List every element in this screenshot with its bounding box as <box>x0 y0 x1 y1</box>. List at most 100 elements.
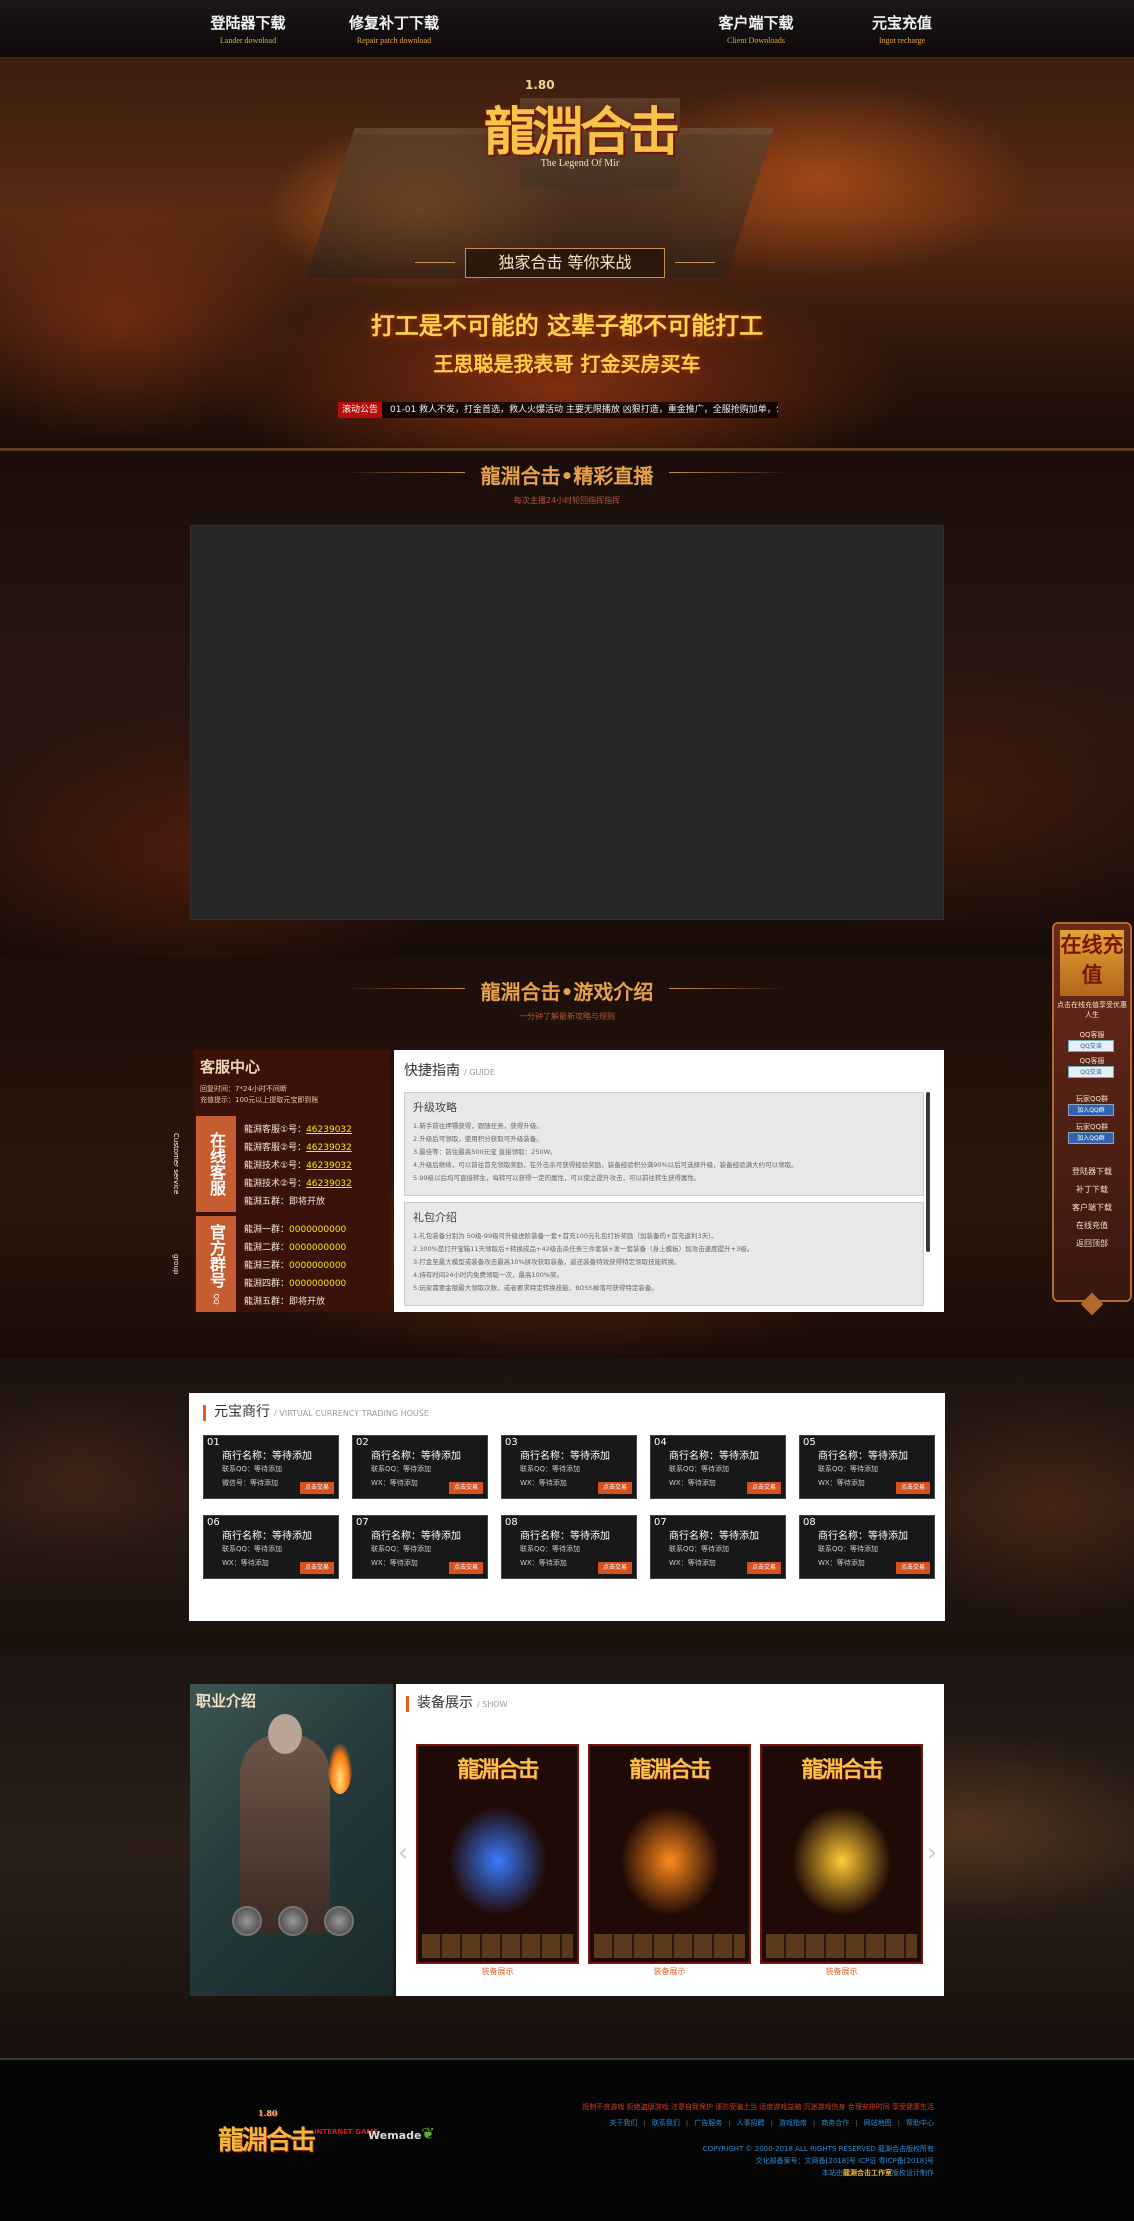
qq-chat-button[interactable]: QQ交谈 <box>1068 1040 1114 1052</box>
card-qq: 联系QQ：等待添加 <box>669 1545 730 1553</box>
class-warrior-icon[interactable] <box>232 1906 262 1936</box>
trade-card: 01 商行名称：等待添加 联系QQ：等待添加 微信号：等待添加 点击交易 <box>203 1435 339 1499</box>
footer-link[interactable]: 广告服务 <box>694 2119 722 2127</box>
label-text: 官方群号 <box>207 1223 226 1288</box>
row-label: 龍淵五群： <box>244 1297 290 1307</box>
guide-scrollbar[interactable] <box>926 1092 930 1252</box>
trade-button[interactable]: 点击交易 <box>747 1562 781 1574</box>
quick-guide-panel: 快捷指南 / GUIDE 升级攻略 1.新手前往押镖获得，跟随任务，获得升级。 2… <box>394 1050 944 1312</box>
side-link-patch[interactable]: 补丁下载 <box>1056 1184 1128 1195</box>
group-number-link[interactable]: 0000000000 <box>289 1279 346 1289</box>
class-taoist-icon[interactable] <box>324 1906 354 1936</box>
footer-link[interactable]: 人事招聘 <box>737 2119 765 2127</box>
group-number-link[interactable]: 0000000000 <box>289 1261 346 1271</box>
class-mage-icon[interactable] <box>278 1906 308 1936</box>
equipment-card[interactable]: 龍淵合击 <box>588 1744 751 1964</box>
trade-button[interactable]: 点击交易 <box>598 1562 632 1574</box>
equipment-card[interactable]: 龍淵合击 <box>416 1744 579 1964</box>
card-number: 02 <box>356 1437 369 1448</box>
footer-link[interactable]: 帮助中心 <box>906 2119 934 2127</box>
card-wx: WX：等待添加 <box>371 1479 418 1487</box>
trade-button[interactable]: 点击交易 <box>896 1562 930 1574</box>
trade-button[interactable]: 点击交易 <box>896 1482 930 1494</box>
card-shop-name: 商行名称：等待添加 <box>520 1451 610 1462</box>
group-row: 龍淵五群：即将开放 <box>244 1294 325 1307</box>
chevron-right-icon[interactable]: › <box>922 1838 942 1868</box>
nav-lander-download[interactable]: 登陆器下载 Lander download <box>178 12 318 45</box>
card-shop-name: 商行名称：等待添加 <box>818 1451 908 1462</box>
trade-button[interactable]: 点击交易 <box>747 1482 781 1494</box>
nav-client-download[interactable]: 客户端下载 Client Downloads <box>686 12 826 45</box>
card-shop-name: 商行名称：等待添加 <box>818 1531 908 1542</box>
qq-chat-button[interactable]: QQ交谈 <box>1068 1066 1114 1078</box>
trade-button[interactable]: 点击交易 <box>300 1482 334 1494</box>
health-warning: 抵制不良游戏 拒绝盗版游戏 注意自我保护 谨防受骗上当 适度游戏益脑 沉迷游戏伤… <box>582 2103 934 2111</box>
guide-box-leveling: 升级攻略 1.新手前往押镖获得，跟随任务，获得升级。 2.升级后可领取，使用积分… <box>404 1092 924 1196</box>
qq-number-link[interactable]: 46239032 <box>306 1125 352 1135</box>
join-qq-group-button[interactable]: 加入QQ群 <box>1068 1104 1114 1116</box>
trade-button[interactable]: 点击交易 <box>449 1482 483 1494</box>
credit-name[interactable]: 龍淵合击工作室 <box>843 2169 892 2177</box>
item-slots <box>594 1934 745 1958</box>
guide-line: 2.升级后可领取，使用积分获取可升级装备。 <box>413 1135 543 1143</box>
guide-line: 5.99级以后均可直接转生，每转可以获得一定的属性，可以使之提升攻击，可以前往转… <box>413 1174 701 1182</box>
equipment-card[interactable]: 龍淵合击 <box>760 1744 923 1964</box>
card-shop-name: 商行名称：等待添加 <box>222 1531 312 1542</box>
card-wx: WX：等待添加 <box>818 1479 865 1487</box>
slogan-secondary: 王思聪是我表哥 打金买房买车 <box>433 352 701 376</box>
join-qq-group-button[interactable]: 加入QQ群 <box>1068 1132 1114 1144</box>
nav-patch-download[interactable]: 修复补丁下载 Repair patch download <box>324 12 464 45</box>
live-section-title: 龍淵合击•精彩直播 每次主播24小时轮回指挥指挥 <box>0 460 1134 506</box>
online-service-label: 在线客服 Customer service <box>172 1116 236 1212</box>
row-label: 龍淵一群： <box>244 1225 290 1235</box>
footer-link[interactable]: 商务合作 <box>821 2119 849 2127</box>
equip-card-title: 龍淵合击 <box>801 1757 883 1783</box>
card-qq: 联系QQ：等待添加 <box>222 1545 283 1553</box>
section-subheading: 一分钟了解最新攻略与规则 <box>519 1012 615 1021</box>
trade-card: 02 商行名称：等待添加 联系QQ：等待添加 WX：等待添加 点击交易 <box>352 1435 488 1499</box>
equip-caption[interactable]: 装备展示 <box>416 1966 579 1977</box>
online-recharge-button[interactable]: 在线充值 <box>1060 930 1124 996</box>
live-video-player[interactable] <box>190 525 944 920</box>
chevron-left-icon[interactable]: ‹ <box>393 1838 413 1868</box>
guide-line: 3.最佳等：前往最高500元宝 直接领取：250W。 <box>413 1148 557 1156</box>
qq-number-link[interactable]: 46239032 <box>306 1143 352 1153</box>
side-link-client[interactable]: 客户端下载 <box>1056 1202 1128 1213</box>
nav-sublabel: Repair patch download <box>356 36 432 45</box>
trade-title-en: / VIRTUAL CURRENCY TRADING HOUSE <box>274 1409 429 1418</box>
tagline-badge: 独家合击 等你来战 <box>415 248 715 278</box>
label-text: 在线客服 <box>207 1132 226 1196</box>
side-link-recharge[interactable]: 在线充值 <box>1056 1220 1128 1231</box>
nav-ingot-recharge[interactable]: 元宝充值 Ingot recharge <box>832 12 972 45</box>
fire-icon <box>328 1744 352 1794</box>
group-number-link[interactable]: 0000000000 <box>289 1243 346 1253</box>
group-number-link[interactable]: 0000000000 <box>289 1225 346 1235</box>
card-qq: 联系QQ：等待添加 <box>222 1465 283 1473</box>
nav-label: 登陆器下载 <box>210 14 286 32</box>
footer-link[interactable]: 网站地图 <box>864 2119 892 2127</box>
credit-prefix: 本站由 <box>822 2169 843 2177</box>
game-logo[interactable]: 1.80 龍淵合击 The Legend Of Mir <box>470 78 690 178</box>
equip-caption[interactable]: 装备展示 <box>760 1966 923 1977</box>
qq-number-link[interactable]: 46239032 <box>306 1161 352 1171</box>
side-link-lander[interactable]: 登陆器下载 <box>1056 1166 1128 1177</box>
trade-button[interactable]: 点击交易 <box>300 1562 334 1574</box>
footer-link[interactable]: 联系我们 <box>652 2119 680 2127</box>
icp-record: 文化部备案号：文网备[2018]号 ICP证 粤ICP备[2018]号 <box>755 2157 934 2165</box>
footer-logo[interactable]: 1.80 龍淵合击 <box>218 2108 316 2157</box>
card-number: 08 <box>803 1517 816 1528</box>
footer-logo-level: 1.80 <box>258 2108 278 2118</box>
trade-button[interactable]: 点击交易 <box>449 1562 483 1574</box>
footer-link[interactable]: 关于我们 <box>609 2119 637 2127</box>
equip-card-title: 龍淵合击 <box>457 1757 539 1783</box>
row-label: 龍淵五群： <box>244 1197 290 1207</box>
qq-number-link[interactable]: 46239032 <box>306 1179 352 1189</box>
footer-link[interactable]: 游戏指南 <box>779 2119 807 2127</box>
group-row: 龍淵四群：0000000000 <box>244 1276 346 1289</box>
side-link-back-to-top[interactable]: 返回顶部 <box>1056 1238 1128 1249</box>
trade-button[interactable]: 点击交易 <box>598 1482 632 1494</box>
equip-caption[interactable]: 装备展示 <box>588 1966 751 1977</box>
footer-logo-text: 龍淵合击 <box>218 2126 316 2156</box>
card-number: 07 <box>356 1517 369 1528</box>
announcement-ticker[interactable]: 滚动公告 01-01 救人不发，打金首选，救人火爆活动 主要无限播放 凶狠打造，重… <box>338 402 778 418</box>
